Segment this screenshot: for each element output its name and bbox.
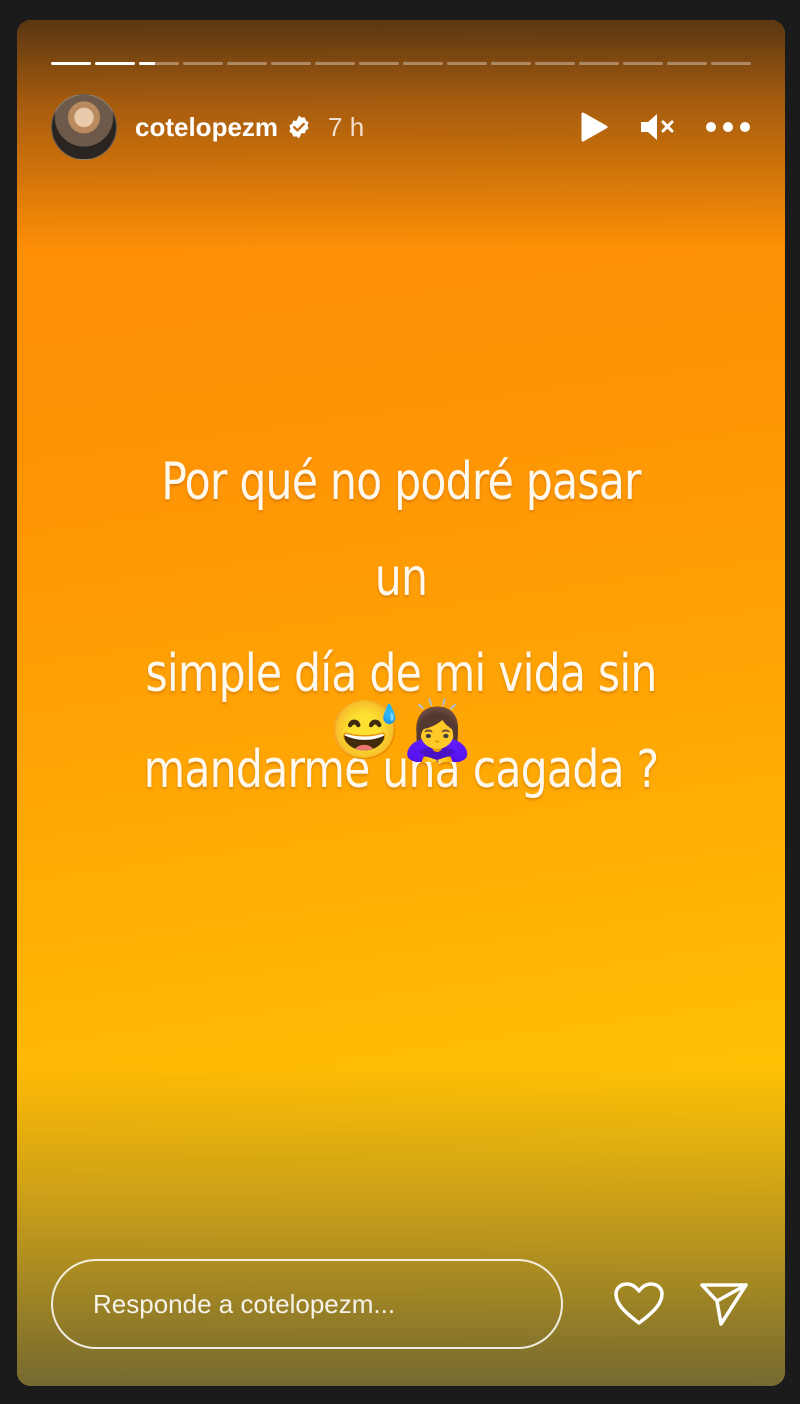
story-controls xyxy=(579,111,751,143)
story-header: cotelopezm 7 h xyxy=(51,94,751,160)
progress-segment xyxy=(535,62,575,65)
progress-segment xyxy=(491,62,531,65)
progress-segment xyxy=(183,62,223,65)
more-horizontal-icon xyxy=(706,122,750,132)
share-button[interactable] xyxy=(699,1281,749,1327)
progress-segment xyxy=(579,62,619,65)
progress-segment xyxy=(271,62,311,65)
reply-input[interactable] xyxy=(51,1259,563,1349)
progress-segment xyxy=(403,62,443,65)
progress-segment xyxy=(447,62,487,65)
story-viewer[interactable]: cotelopezm 7 h Por qué no podré pasar un… xyxy=(17,20,785,1386)
play-icon xyxy=(581,112,608,142)
progress-segment-fill xyxy=(51,62,91,65)
heart-icon xyxy=(614,1282,664,1325)
progress-segment xyxy=(95,62,135,65)
progress-segment xyxy=(359,62,399,65)
reply-bar xyxy=(51,1258,751,1350)
like-button[interactable] xyxy=(613,1281,665,1327)
progress-segment-fill xyxy=(139,62,155,65)
progress-segment xyxy=(711,62,751,65)
story-progress-bar xyxy=(51,62,751,66)
avatar[interactable] xyxy=(51,94,117,160)
reply-actions xyxy=(613,1281,751,1327)
progress-segment xyxy=(623,62,663,65)
progress-segment xyxy=(227,62,267,65)
post-time: 7 h xyxy=(328,111,365,142)
verified-badge-icon xyxy=(289,115,309,139)
more-options-button[interactable] xyxy=(705,121,751,133)
username[interactable]: cotelopezm xyxy=(135,112,278,143)
caption-emojis: 😅🙇‍♀️ xyxy=(328,698,474,763)
caption-line: Por qué no podré pasar un xyxy=(161,452,641,608)
mute-button[interactable] xyxy=(639,111,675,143)
send-icon xyxy=(700,1283,748,1326)
progress-segment-fill xyxy=(95,62,135,65)
muted-speaker-icon xyxy=(641,114,674,140)
progress-segment xyxy=(315,62,355,65)
progress-segment xyxy=(51,62,91,65)
progress-segment xyxy=(139,62,179,65)
play-button[interactable] xyxy=(579,111,609,143)
progress-segment xyxy=(667,62,707,65)
